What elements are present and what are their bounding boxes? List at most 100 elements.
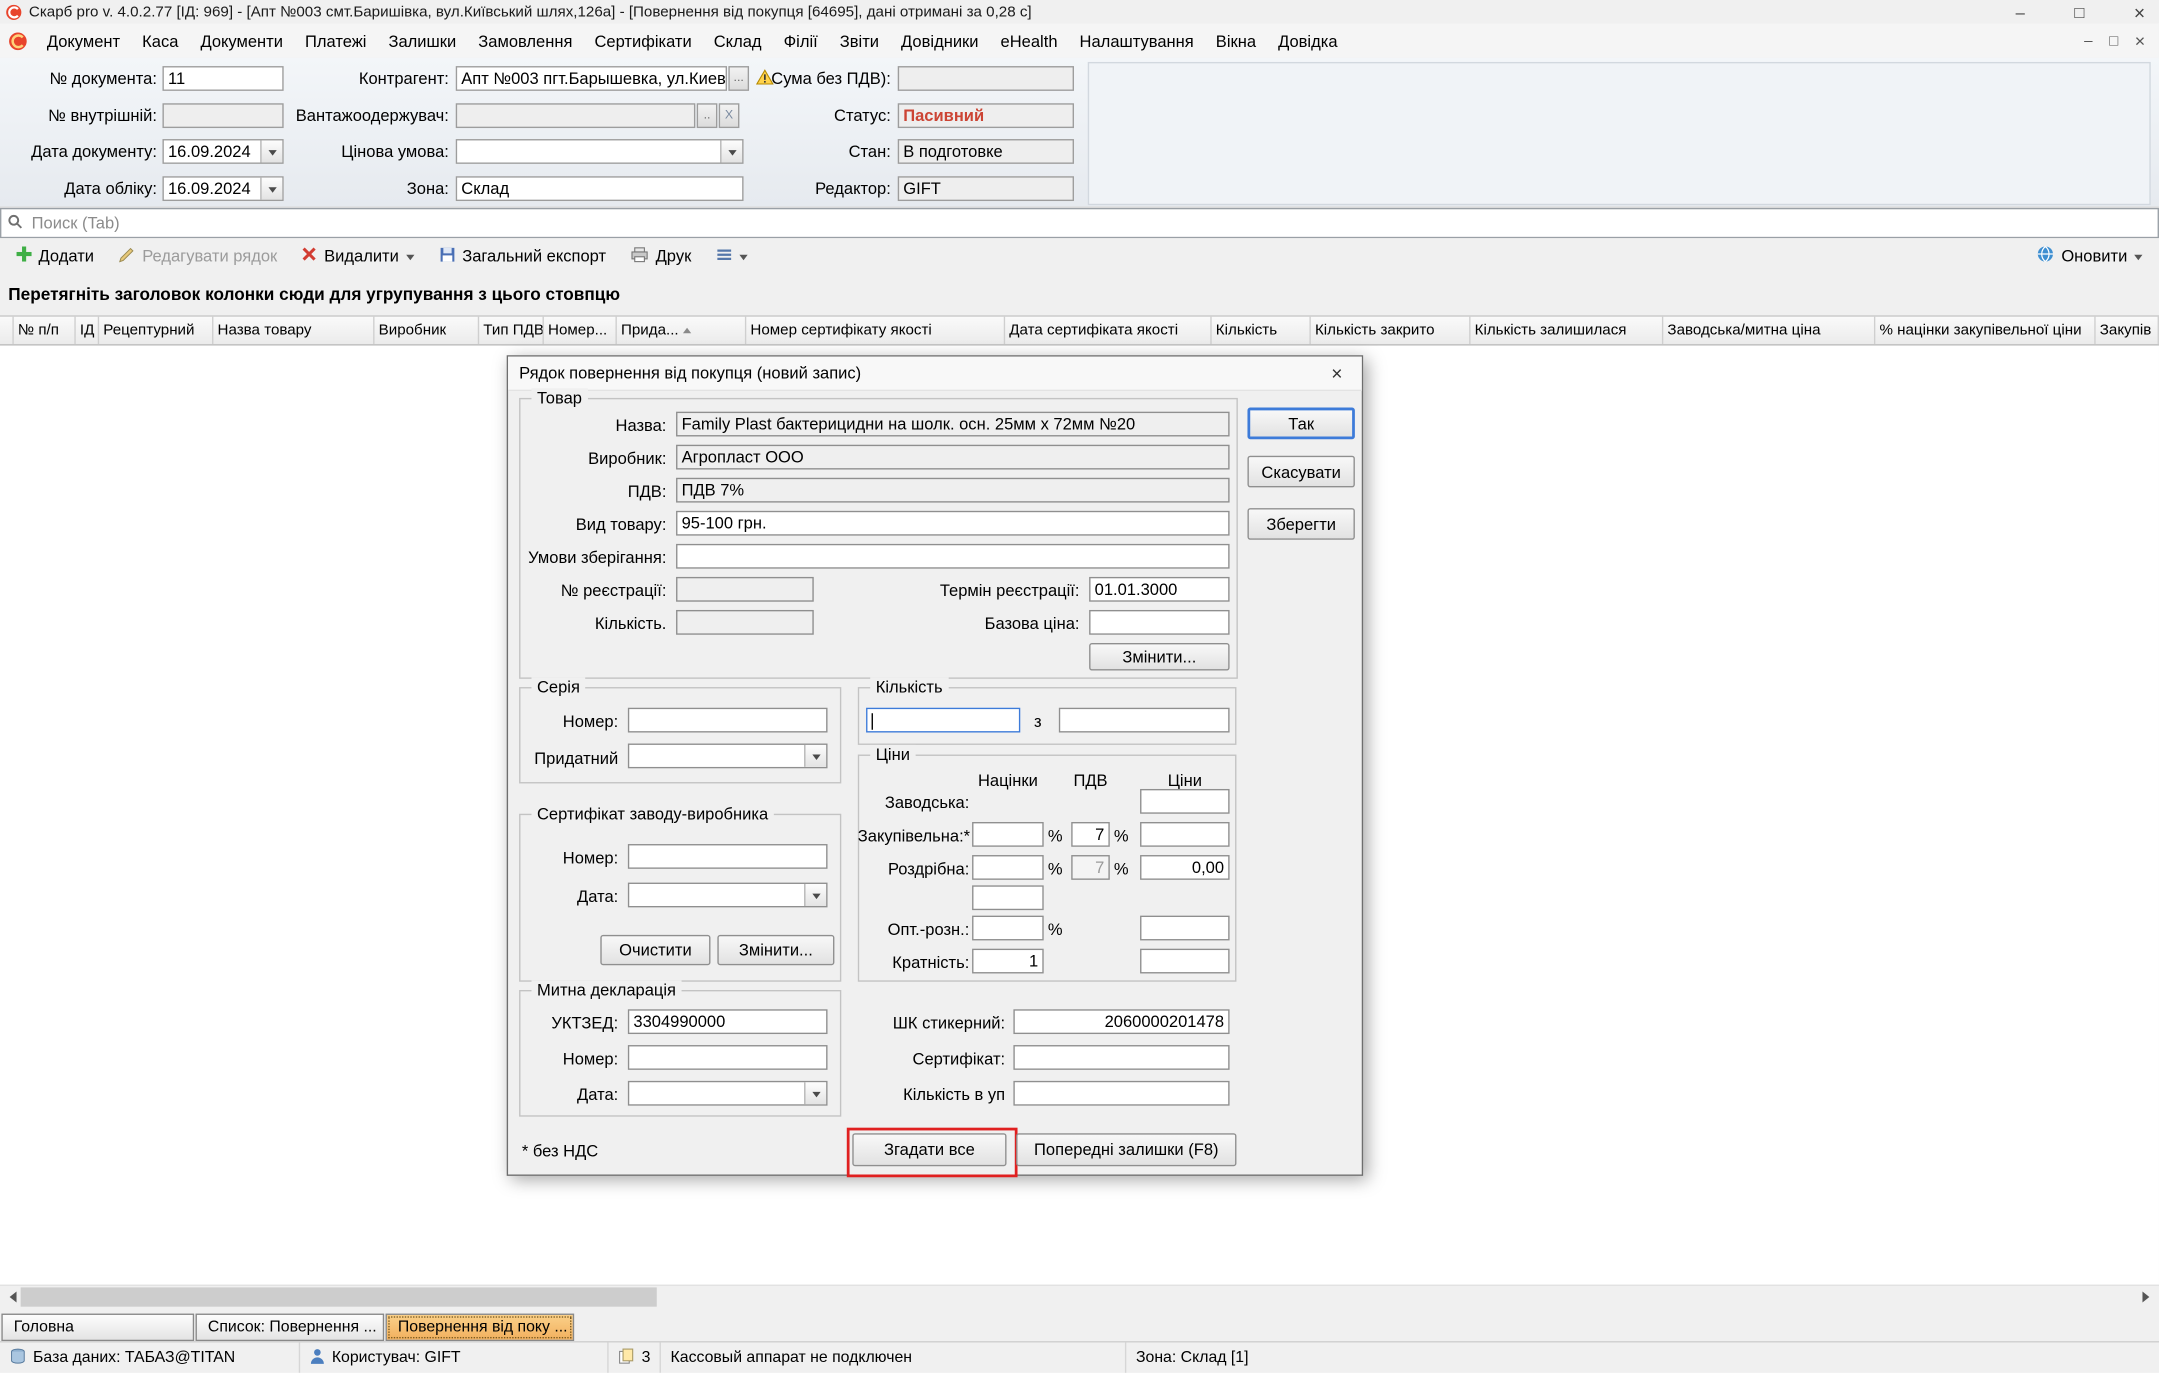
clear-button[interactable]: Очистити xyxy=(600,935,710,965)
edit-row-button[interactable]: Редагувати рядок xyxy=(108,240,289,272)
dialog-close-icon[interactable]: × xyxy=(1323,362,1351,384)
purchase-markup-field[interactable] xyxy=(972,822,1044,847)
groupby-panel[interactable]: Перетягніть заголовок колонки сюди для у… xyxy=(0,274,2159,315)
column-header-11[interactable]: Кількість xyxy=(1212,317,1311,345)
menu-item-11[interactable]: eHealth xyxy=(990,25,1069,55)
doc-date-field[interactable]: 16.09.2024 xyxy=(162,139,283,164)
delete-button[interactable]: Видалити xyxy=(291,241,425,271)
factory-price-field[interactable] xyxy=(1140,789,1229,814)
extra-markup-field[interactable] xyxy=(972,885,1044,910)
customs-number-field[interactable] xyxy=(628,1045,828,1070)
quantity-input[interactable] xyxy=(866,708,1020,733)
column-header-6[interactable]: Тип ПДВ xyxy=(479,317,544,345)
column-header-15[interactable]: % націнки закупівельної ціни xyxy=(1875,317,2095,345)
ok-button[interactable]: Так xyxy=(1247,408,1354,440)
column-header-16[interactable]: Закупів xyxy=(2096,317,2159,345)
refresh-button[interactable]: Оновити xyxy=(2026,240,2154,273)
account-date-field[interactable]: 16.09.2024 xyxy=(162,176,283,201)
maximize-button[interactable]: □ xyxy=(2074,4,2084,21)
scrollbar-thumb[interactable] xyxy=(21,1287,657,1306)
price-condition-dropdown-icon[interactable] xyxy=(720,140,742,162)
multiplicity-price-field[interactable] xyxy=(1140,949,1229,974)
menu-item-2[interactable]: Документи xyxy=(189,25,294,55)
tab-0[interactable]: Головна xyxy=(1,1314,194,1342)
refresh-dropdown-icon[interactable] xyxy=(2134,254,2142,264)
menu-item-13[interactable]: Вікна xyxy=(1205,25,1267,55)
wholesale-price-field[interactable] xyxy=(1140,916,1229,941)
column-header-3[interactable]: Рецептурний xyxy=(99,317,213,345)
column-header-14[interactable]: Заводська/митна ціна xyxy=(1663,317,1875,345)
menu-item-4[interactable]: Залишки xyxy=(377,25,467,55)
print-button[interactable]: Друк xyxy=(620,240,703,272)
multiplicity-field[interactable]: 1 xyxy=(972,949,1044,974)
menu-item-3[interactable]: Платежі xyxy=(294,25,377,55)
menu-item-0[interactable]: Документ xyxy=(36,25,131,55)
column-header-9[interactable]: Номер сертифікату якості xyxy=(746,317,1005,345)
menu-item-9[interactable]: Звіти xyxy=(829,25,890,55)
column-header-0[interactable] xyxy=(0,317,14,345)
storage-field[interactable] xyxy=(676,544,1230,569)
menu-item-10[interactable]: Довідники xyxy=(890,25,990,55)
product-change-button[interactable]: Змінити... xyxy=(1089,643,1229,671)
scroll-left-button[interactable] xyxy=(0,1286,21,1308)
reg-term-field[interactable]: 01.01.3000 xyxy=(1089,577,1229,602)
retail-price-field[interactable]: 0,00 xyxy=(1140,855,1229,880)
doc-date-dropdown-icon[interactable] xyxy=(260,140,282,162)
certificate-field[interactable] xyxy=(1013,1045,1229,1070)
tab-2[interactable]: Повернення від поку ... xyxy=(386,1314,575,1342)
contragent-field[interactable]: Апт №003 пгт.Барышевка, ул.Киев xyxy=(456,66,727,91)
account-date-dropdown-icon[interactable] xyxy=(260,178,282,200)
minimize-button[interactable]: – xyxy=(2016,4,2025,21)
recall-all-button[interactable]: Згадати все xyxy=(852,1133,1006,1166)
zone-field[interactable]: Склад xyxy=(456,176,744,201)
column-header-12[interactable]: Кількість закрито xyxy=(1311,317,1471,345)
internal-number-field[interactable] xyxy=(162,103,283,128)
column-header-7[interactable]: Номер... xyxy=(544,317,617,345)
quantity-total-field[interactable] xyxy=(1059,708,1230,733)
menu-item-8[interactable]: Філії xyxy=(773,25,829,55)
series-valid-field[interactable] xyxy=(628,744,828,769)
scroll-right-button[interactable] xyxy=(2138,1286,2159,1308)
tab-1[interactable]: Список: Повернення ... xyxy=(196,1314,385,1342)
search-input[interactable] xyxy=(29,212,2152,234)
base-price-field[interactable] xyxy=(1089,610,1229,635)
retail-markup-field[interactable] xyxy=(972,855,1044,880)
save-button[interactable]: Зберегти xyxy=(1247,508,1354,540)
cancel-button[interactable]: Скасувати xyxy=(1247,456,1354,488)
column-header-10[interactable]: Дата сертифіката якості xyxy=(1005,317,1212,345)
sticker-field[interactable]: 2060000201478 xyxy=(1013,1009,1229,1034)
column-header-1[interactable]: № п/п xyxy=(14,317,76,345)
consignee-field[interactable] xyxy=(456,103,696,128)
consignee-browse-button[interactable]: .. xyxy=(697,103,718,128)
column-header-4[interactable]: Назва товару xyxy=(213,317,374,345)
close-button[interactable]: × xyxy=(2134,4,2145,21)
cert-change-button[interactable]: Змінити... xyxy=(717,935,834,965)
contragent-browse-button[interactable]: ... xyxy=(728,66,749,91)
list-dropdown-icon[interactable] xyxy=(740,254,748,264)
factory-cert-date-dropdown-icon[interactable] xyxy=(804,884,826,906)
series-valid-dropdown-icon[interactable] xyxy=(804,745,826,767)
purchase-price-field[interactable] xyxy=(1140,822,1229,847)
purchase-vat-field[interactable]: 7 xyxy=(1071,822,1110,847)
product-kind-field[interactable]: 95-100 грн. xyxy=(676,511,1230,536)
factory-cert-number-field[interactable] xyxy=(628,844,828,869)
doc-number-field[interactable]: 11 xyxy=(162,66,283,91)
price-condition-field[interactable] xyxy=(456,139,744,164)
menu-item-14[interactable]: Довідка xyxy=(1267,25,1348,55)
customs-date-dropdown-icon[interactable] xyxy=(804,1082,826,1104)
column-header-5[interactable]: Виробник xyxy=(375,317,480,345)
reg-number-field[interactable] xyxy=(676,577,814,602)
mdi-restore-button[interactable]: □ xyxy=(2109,32,2118,49)
mdi-minimize-button[interactable]: – xyxy=(2084,32,2092,49)
consignee-clear-button[interactable]: X xyxy=(719,103,740,128)
menu-item-1[interactable]: Каса xyxy=(131,25,189,55)
column-header-13[interactable]: Кількість залишилася xyxy=(1471,317,1664,345)
export-button[interactable]: Загальний експорт xyxy=(428,240,617,272)
horizontal-scrollbar[interactable] xyxy=(0,1285,2159,1308)
menu-item-5[interactable]: Замовлення xyxy=(467,25,583,55)
customs-date-field[interactable] xyxy=(628,1081,828,1106)
column-header-2[interactable]: ІД xyxy=(76,317,99,345)
series-number-field[interactable] xyxy=(628,708,828,733)
menu-item-6[interactable]: Сертифікати xyxy=(583,25,702,55)
uktzed-field[interactable]: 3304990000 xyxy=(628,1009,828,1034)
